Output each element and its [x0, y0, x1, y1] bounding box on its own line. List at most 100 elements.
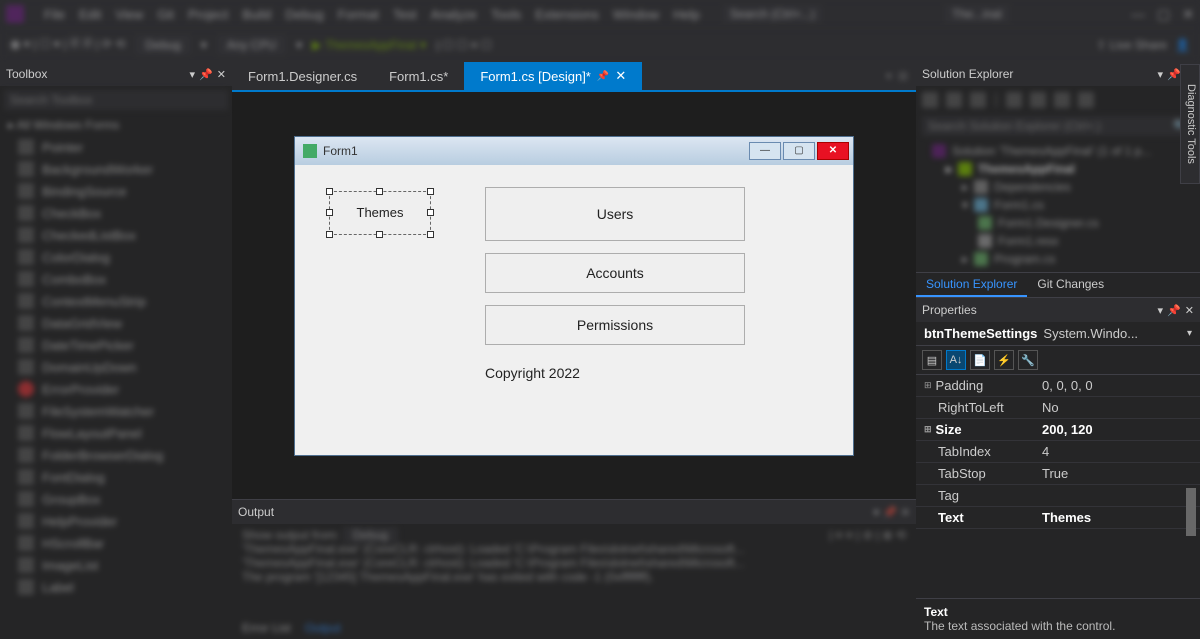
- messages-icon[interactable]: 🔧: [1018, 350, 1038, 370]
- menu-edit[interactable]: Edit: [79, 7, 101, 22]
- solution-search[interactable]: Search Solution Explorer (Ctrl+;)🔍: [922, 116, 1194, 136]
- close-icon[interactable]: ✕: [1185, 304, 1194, 317]
- menu-tools[interactable]: Tools: [491, 7, 521, 22]
- panel-options-icon[interactable]: ▾: [1158, 304, 1164, 317]
- menu-window[interactable]: Window: [613, 7, 659, 22]
- resize-grip[interactable]: [326, 188, 333, 195]
- resize-grip[interactable]: [427, 188, 434, 195]
- preview-icon[interactable]: [1078, 92, 1094, 108]
- tree-solution-node[interactable]: Solution 'ThemesAppFinal' (1 of 1 p...: [922, 142, 1194, 160]
- tab-form-design[interactable]: Form1.cs [Design]*📌✕: [464, 62, 642, 90]
- toolbox-item[interactable]: GroupBox: [0, 488, 232, 510]
- sync-icon[interactable]: [946, 92, 962, 108]
- properties-page-icon[interactable]: 📄: [970, 350, 990, 370]
- tree-designer-node[interactable]: Form1.Designer.cs: [922, 214, 1194, 232]
- toolbox-item[interactable]: CheckedListBox: [0, 224, 232, 246]
- pin-icon[interactable]: 📌: [1167, 304, 1181, 317]
- designer-surface[interactable]: Form1 — ▢ ✕ Themes: [232, 90, 916, 499]
- form1-window[interactable]: Form1 — ▢ ✕ Themes: [294, 136, 854, 456]
- menu-test[interactable]: Test: [393, 7, 417, 22]
- error-list-tab[interactable]: Error List: [242, 621, 291, 635]
- prop-row[interactable]: TabStopTrue: [916, 463, 1200, 485]
- output-source-dropdown[interactable]: Debug: [343, 527, 398, 543]
- tree-program-node[interactable]: ▸ Program.cs: [922, 250, 1194, 268]
- toolbox-item[interactable]: HelpProvider: [0, 510, 232, 532]
- config-dropdown[interactable]: Debug: [135, 35, 190, 55]
- toolbox-item[interactable]: FlowLayoutPanel: [0, 422, 232, 444]
- properties-icon[interactable]: [1054, 92, 1070, 108]
- prop-row[interactable]: RightToLeftNo: [916, 397, 1200, 419]
- prop-row[interactable]: TabIndex4: [916, 441, 1200, 463]
- scrollbar[interactable]: [1184, 428, 1198, 589]
- users-button[interactable]: Users: [485, 187, 745, 241]
- prop-row[interactable]: TextThemes: [916, 507, 1200, 529]
- resize-grip[interactable]: [427, 231, 434, 238]
- show-all-icon[interactable]: [1030, 92, 1046, 108]
- toolbox-item[interactable]: BindingSource: [0, 180, 232, 202]
- prop-row[interactable]: ⊞Size200, 120: [916, 419, 1200, 441]
- toolbox-item[interactable]: DomainUpDown: [0, 356, 232, 378]
- toolbox-item[interactable]: HScrollBar: [0, 532, 232, 554]
- toolbox-item[interactable]: FolderBrowserDialog: [0, 444, 232, 466]
- menu-build[interactable]: Build: [242, 7, 271, 22]
- panel-options-icon[interactable]: ▾: [1158, 68, 1164, 81]
- resize-grip[interactable]: [326, 231, 333, 238]
- menubar-search[interactable]: Search (Ctrl+...): [722, 5, 823, 23]
- menu-format[interactable]: Format: [338, 7, 379, 22]
- resize-grip[interactable]: [326, 209, 333, 216]
- prop-row[interactable]: Tag: [916, 485, 1200, 507]
- tab-form-cs[interactable]: Form1.cs*: [373, 62, 464, 90]
- tree-resx-node[interactable]: Form1.resx: [922, 232, 1194, 250]
- menu-file[interactable]: File: [44, 7, 65, 22]
- git-changes-tab[interactable]: Git Changes: [1027, 273, 1114, 297]
- run-button[interactable]: ▶ ThemesAppFinal ▾: [312, 38, 426, 52]
- resize-grip[interactable]: [376, 231, 383, 238]
- panel-options-icon[interactable]: ▾: [874, 506, 880, 519]
- output-tab[interactable]: Output: [305, 621, 341, 635]
- resize-grip[interactable]: [376, 188, 383, 195]
- menu-debug[interactable]: Debug: [285, 7, 323, 22]
- scrollbar-thumb[interactable]: [1186, 488, 1196, 536]
- form-close-icon[interactable]: ✕: [817, 142, 849, 160]
- categorized-icon[interactable]: ▤: [922, 350, 942, 370]
- properties-control-selector[interactable]: btnThemeSettingsSystem.Windo...▾: [916, 322, 1200, 346]
- tree-project-node[interactable]: ▸ ThemesAppFinal: [922, 160, 1194, 178]
- pin-icon[interactable]: 📌: [883, 506, 897, 519]
- toolbox-item[interactable]: BackgroundWorker: [0, 158, 232, 180]
- toolbox-category[interactable]: ▸ All Windows Forms: [0, 114, 232, 136]
- events-icon[interactable]: ⚡: [994, 350, 1014, 370]
- tree-deps-node[interactable]: ▸ Dependencies: [922, 178, 1194, 196]
- live-share-button[interactable]: ⇪ Live Share: [1096, 38, 1167, 52]
- menu-extensions[interactable]: Extensions: [535, 7, 599, 22]
- close-icon[interactable]: ✕: [217, 68, 226, 81]
- accounts-button[interactable]: Accounts: [485, 253, 745, 293]
- diagnostic-tools-tab[interactable]: Diagnostic Tools: [1180, 64, 1200, 184]
- menu-project[interactable]: Project: [188, 7, 228, 22]
- pin-icon[interactable]: 📌: [597, 71, 609, 82]
- toolbox-item[interactable]: ColorDialog: [0, 246, 232, 268]
- collapse-icon[interactable]: [1006, 92, 1022, 108]
- pin-icon[interactable]: 📌: [199, 68, 213, 81]
- window-minimize-icon[interactable]: —: [1131, 6, 1145, 23]
- form-maximize-icon[interactable]: ▢: [783, 142, 815, 160]
- toolbox-item[interactable]: ImageList: [0, 554, 232, 576]
- solution-explorer-tab[interactable]: Solution Explorer: [916, 273, 1027, 297]
- tree-form-node[interactable]: ▾ Form1.cs: [922, 196, 1194, 214]
- toolbox-item[interactable]: Pointer: [0, 136, 232, 158]
- refresh-icon[interactable]: [970, 92, 986, 108]
- toolbox-item[interactable]: FileSystemWatcher: [0, 400, 232, 422]
- expand-icon[interactable]: ⊞: [924, 424, 932, 435]
- alphabetical-icon[interactable]: A↓: [946, 350, 966, 370]
- expand-icon[interactable]: ⊞: [924, 380, 932, 391]
- tab-overflow-icon[interactable]: ▾: [886, 69, 892, 83]
- copyright-label[interactable]: Copyright 2022: [485, 363, 745, 383]
- permissions-button[interactable]: Permissions: [485, 305, 745, 345]
- toolbox-options-icon[interactable]: ▾: [190, 68, 196, 81]
- toolbox-item[interactable]: DataGridView: [0, 312, 232, 334]
- toolbox-item[interactable]: DateTimePicker: [0, 334, 232, 356]
- form-body[interactable]: Themes Users Accounts Permissions Copyri…: [295, 165, 853, 455]
- toolbox-item[interactable]: ContextMenuStrip: [0, 290, 232, 312]
- window-maximize-icon[interactable]: ▢: [1157, 6, 1170, 23]
- toolbox-item[interactable]: Label: [0, 576, 232, 598]
- menu-analyze[interactable]: Analyze: [431, 7, 477, 22]
